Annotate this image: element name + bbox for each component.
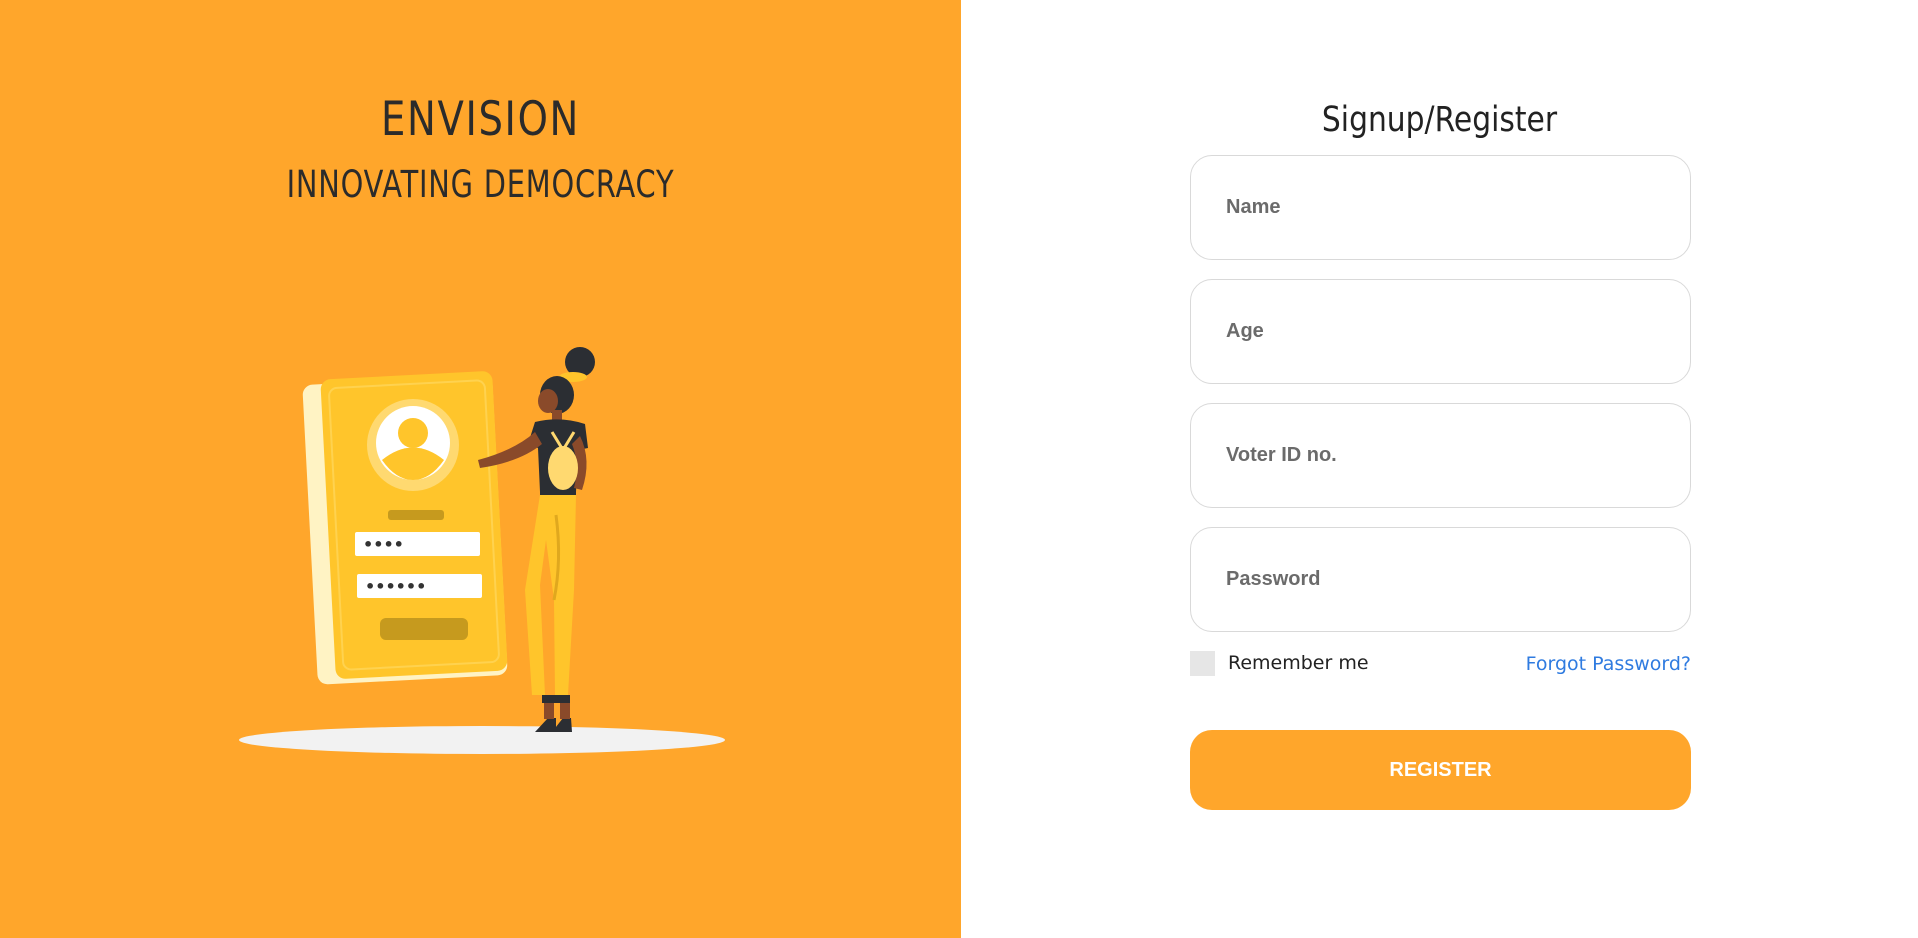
remember-me-label[interactable]: Remember me bbox=[1228, 652, 1369, 674]
password-input[interactable] bbox=[1224, 567, 1668, 592]
page: ENVISION INNOVATING DEMOCRACY •••• •••••… bbox=[0, 0, 1918, 938]
form-options-row: Remember me Forgot Password? bbox=[1190, 651, 1691, 681]
age-field[interactable] bbox=[1190, 279, 1691, 384]
phone-field-dots-1: •••• bbox=[363, 535, 404, 554]
voter-id-field[interactable] bbox=[1190, 403, 1691, 508]
brand-title: ENVISION bbox=[380, 92, 581, 147]
voter-id-input[interactable] bbox=[1224, 443, 1668, 468]
forgot-password-link[interactable]: Forgot Password? bbox=[1526, 653, 1691, 675]
password-field[interactable] bbox=[1190, 527, 1691, 632]
brand-panel: ENVISION INNOVATING DEMOCRACY •••• •••••… bbox=[0, 0, 961, 938]
signup-form: Remember me Forgot Password? REGISTER bbox=[1190, 155, 1691, 810]
phone-field-dots-2: •••••• bbox=[365, 577, 426, 596]
brand-tagline: INNOVATING DEMOCRACY bbox=[286, 163, 675, 206]
person-with-phone-login-illustration: •••• •••••• bbox=[239, 347, 725, 754]
ground-shadow bbox=[239, 726, 725, 754]
remember-me-checkbox[interactable] bbox=[1190, 651, 1215, 676]
signup-panel: Signup/Register Remember me Forgot Passw… bbox=[961, 0, 1918, 938]
form-title: Signup/Register bbox=[1321, 100, 1558, 140]
name-field[interactable] bbox=[1190, 155, 1691, 260]
register-button[interactable]: REGISTER bbox=[1190, 730, 1691, 810]
age-input[interactable] bbox=[1224, 319, 1668, 344]
name-input[interactable] bbox=[1224, 195, 1668, 220]
